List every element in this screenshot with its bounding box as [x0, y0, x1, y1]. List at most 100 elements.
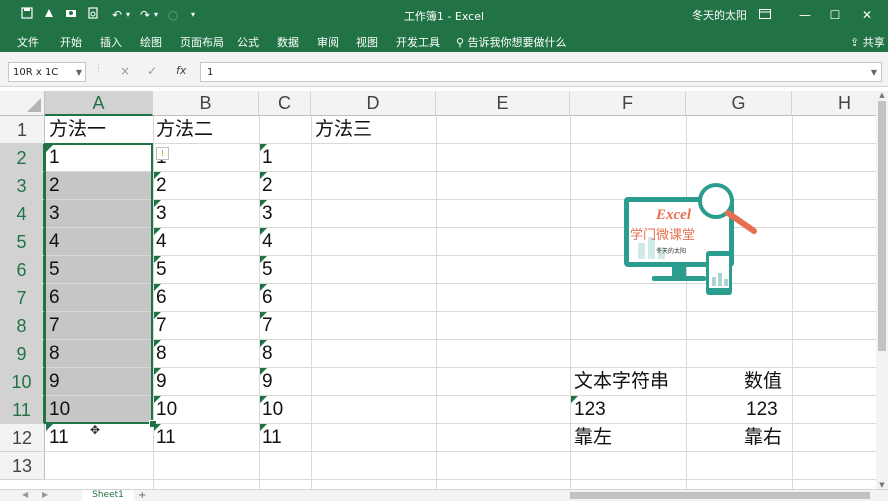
- vertical-scrollbar[interactable]: ▲ ▼: [876, 91, 888, 489]
- error-indicator-icon: [260, 228, 267, 235]
- row-header-10[interactable]: 10: [0, 368, 45, 396]
- cell-a5[interactable]: 4: [49, 228, 60, 256]
- column-header-b[interactable]: B: [153, 91, 259, 116]
- tab-insert[interactable]: 插入: [100, 34, 122, 50]
- row-header-4[interactable]: 4: [0, 200, 45, 228]
- error-indicator-icon: [154, 172, 161, 179]
- insert-function-icon[interactable]: fx: [176, 64, 186, 77]
- drag-handle-icon[interactable]: ⋮: [94, 64, 103, 74]
- add-sheet-button[interactable]: +: [138, 490, 146, 501]
- worksheet-grid[interactable]: A B C D E F G H 1 2 3 4 5 6 7 8 9 10 11 …: [0, 91, 888, 489]
- scroll-up-icon[interactable]: ▲: [876, 91, 888, 99]
- cell-a10[interactable]: 9: [49, 368, 60, 396]
- error-indicator-icon: [571, 396, 578, 403]
- row-header-2[interactable]: 2: [0, 144, 45, 172]
- error-indicator-icon: [260, 144, 267, 151]
- enter-icon[interactable]: ✓: [147, 64, 157, 78]
- row-header-8[interactable]: 8: [0, 312, 45, 340]
- error-indicator-icon: [154, 368, 161, 375]
- sheet-tab-bar: ◀ ▶ Sheet1 +: [0, 489, 888, 501]
- cell-d1[interactable]: 方法三: [315, 116, 372, 144]
- prev-sheet-icon[interactable]: ◀: [22, 490, 28, 499]
- tab-file[interactable]: 文件: [17, 34, 39, 50]
- bar-icon: [724, 279, 728, 286]
- scroll-down-icon[interactable]: ▼: [876, 481, 888, 489]
- name-box[interactable]: 10R x 1C ▼: [8, 62, 86, 82]
- row-header-13[interactable]: 13: [0, 452, 45, 480]
- cell-a6[interactable]: 5: [49, 256, 60, 284]
- title-bar: ↶ ▾ ↷ ▾ ○ ▾ 工作簿1 - Excel 冬天的太阳 — ☐ ✕: [0, 0, 888, 30]
- tell-me-label: 告诉我你想要做什么: [467, 36, 567, 49]
- tab-home[interactable]: 开始: [60, 34, 82, 50]
- column-header-e[interactable]: E: [436, 91, 570, 116]
- tab-formulas[interactable]: 公式: [237, 34, 259, 50]
- maximize-icon[interactable]: ☐: [820, 4, 850, 26]
- monitor-stand: [672, 267, 686, 277]
- tab-developer[interactable]: 开发工具: [396, 34, 440, 50]
- scroll-thumb[interactable]: [878, 101, 886, 351]
- tell-me-search[interactable]: ⚲ 告诉我你想要做什么: [456, 34, 567, 50]
- row-header-6[interactable]: 6: [0, 256, 45, 284]
- next-sheet-icon[interactable]: ▶: [42, 490, 48, 499]
- select-all-button[interactable]: [0, 91, 45, 116]
- cell-a3[interactable]: 2: [49, 172, 60, 200]
- tab-view[interactable]: 视图: [356, 34, 378, 50]
- tab-data[interactable]: 数据: [277, 34, 299, 50]
- ribbon-collapsed-area: [0, 52, 888, 60]
- horizontal-scrollbar[interactable]: [570, 492, 870, 499]
- ribbon-options-icon[interactable]: [750, 4, 780, 26]
- column-header-g[interactable]: G: [686, 91, 792, 116]
- column-header-c[interactable]: C: [259, 91, 311, 116]
- logo-image[interactable]: Excel 学门微课堂 冬天的太阳: [612, 179, 762, 299]
- user-name[interactable]: 冬天的太阳: [692, 7, 747, 23]
- row-header-5[interactable]: 5: [0, 228, 45, 256]
- cell-a9[interactable]: 8: [49, 340, 60, 368]
- cell-f10[interactable]: 文本字符串: [574, 368, 669, 396]
- error-indicator-icon: [260, 312, 267, 319]
- row-header-7[interactable]: 7: [0, 284, 45, 312]
- row-header-12[interactable]: 12: [0, 424, 45, 452]
- error-indicator-icon: [154, 340, 161, 347]
- bar-icon: [718, 273, 722, 286]
- gridline: [45, 311, 888, 312]
- error-indicator-icon: [260, 200, 267, 207]
- column-header-h[interactable]: H: [792, 91, 888, 116]
- column-header-f[interactable]: F: [570, 91, 686, 116]
- error-indicator-icon: [260, 284, 267, 291]
- cell-a7[interactable]: 6: [49, 284, 60, 312]
- cell-a4[interactable]: 3: [49, 200, 60, 228]
- formula-input[interactable]: 1 ▼: [200, 62, 882, 82]
- row-header-9[interactable]: 9: [0, 340, 45, 368]
- close-icon[interactable]: ✕: [852, 4, 882, 26]
- column-header-d[interactable]: D: [311, 91, 436, 116]
- chevron-down-icon[interactable]: ▼: [76, 63, 82, 83]
- gridline: [45, 339, 888, 340]
- row-header-11[interactable]: 11: [0, 396, 45, 424]
- tab-review[interactable]: 审阅: [317, 34, 339, 50]
- share-button[interactable]: ⇪ 共享: [850, 34, 885, 50]
- minimize-icon[interactable]: —: [790, 4, 820, 26]
- expand-formula-icon[interactable]: ▼: [871, 63, 877, 83]
- tab-draw[interactable]: 绘图: [140, 34, 162, 50]
- row-header-1[interactable]: 1: [0, 116, 45, 144]
- cell-b1[interactable]: 方法二: [156, 116, 213, 144]
- row-header-3[interactable]: 3: [0, 172, 45, 200]
- selection-border: [44, 143, 153, 424]
- error-warning-icon[interactable]: !: [156, 147, 169, 160]
- gridline: [45, 171, 888, 172]
- cell-f12[interactable]: 靠左: [574, 424, 612, 452]
- cell-a11[interactable]: 10: [49, 396, 70, 424]
- error-indicator-icon: [260, 396, 267, 403]
- cell-a8[interactable]: 7: [49, 312, 60, 340]
- column-header-a[interactable]: A: [45, 91, 153, 116]
- cell-g11[interactable]: 123: [746, 396, 778, 424]
- tab-page-layout[interactable]: 页面布局: [180, 34, 224, 50]
- cancel-icon[interactable]: ×: [120, 64, 130, 78]
- cell-f11[interactable]: 123: [574, 396, 606, 424]
- cell-a1[interactable]: 方法一: [49, 116, 106, 144]
- sheet-tab-sheet1[interactable]: Sheet1: [82, 490, 134, 501]
- cell-g10[interactable]: 数值: [744, 368, 782, 396]
- bar-icon: [712, 277, 716, 286]
- cell-g12[interactable]: 靠右: [744, 424, 782, 452]
- error-indicator-icon: [46, 145, 53, 152]
